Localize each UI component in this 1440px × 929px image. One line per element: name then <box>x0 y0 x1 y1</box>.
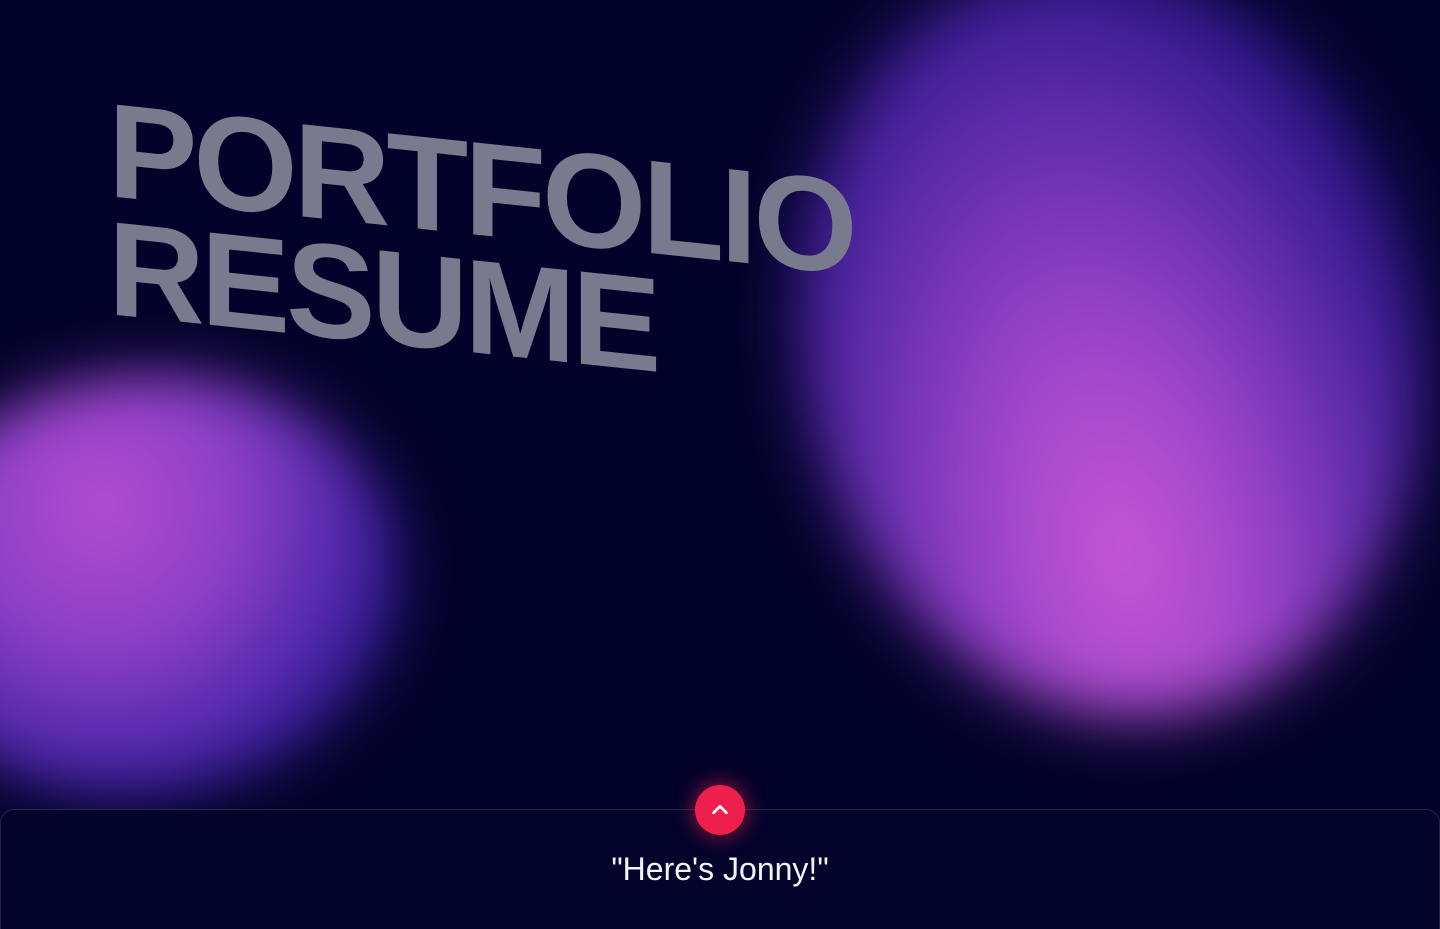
footer-quote: "Here's Jonny!" <box>611 851 829 887</box>
chevron-up-icon <box>712 804 728 815</box>
gradient-blob-left <box>0 340 427 830</box>
hero-title: PORTFOLIO RESUME <box>108 76 854 406</box>
scroll-to-top-button[interactable] <box>695 785 745 835</box>
page: PORTFOLIO RESUME "Here's Jonny!" <box>0 0 1440 929</box>
